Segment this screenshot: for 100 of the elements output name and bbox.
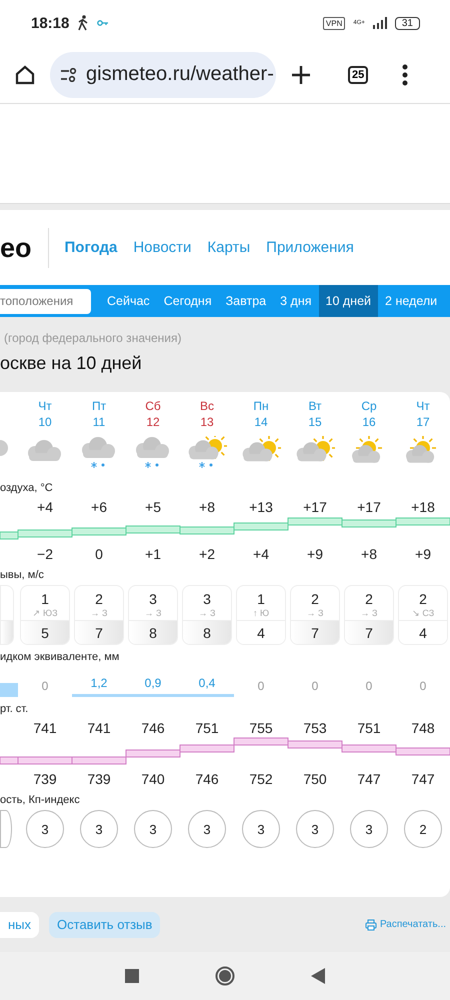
footer-button[interactable]: Оставить отзыв: [49, 912, 160, 938]
max-temperature: +5: [145, 498, 161, 516]
day-date: 17: [416, 414, 430, 430]
precipitation-amount: 0: [258, 679, 264, 693]
min-temperature: −2: [37, 545, 53, 563]
day-date: 10: [38, 414, 52, 430]
footer-button[interactable]: ных: [0, 912, 40, 938]
max-pressure: 751: [195, 719, 219, 737]
precipitation-amount: 0: [366, 679, 372, 693]
new-tab-button[interactable]: [290, 64, 312, 86]
min-temperature: +2: [199, 545, 215, 563]
min-temperature: +9: [307, 545, 323, 563]
min-temperature: 0: [95, 545, 103, 563]
max-pressure: 741: [87, 719, 111, 737]
min-pressure: 747: [411, 770, 435, 788]
kp-index: 3: [26, 810, 64, 848]
wind-speed: 1: [257, 590, 265, 608]
day-date: 16: [362, 414, 376, 430]
wind-speed: 2: [311, 590, 319, 608]
precipitation-amount: 1,2: [90, 676, 108, 690]
kp-index: 3: [134, 810, 172, 848]
walking-person-icon: [77, 15, 90, 31]
max-temperature: +6: [91, 498, 107, 516]
print-link[interactable]: Распечатать...: [364, 918, 446, 930]
page-title: оскве на 10 дней: [0, 353, 143, 374]
section-label: идком эквиваленте, мм: [0, 651, 120, 663]
wind-speed: 3: [203, 590, 211, 608]
section-label: оздуха, °C: [0, 482, 54, 494]
day-date: 14: [254, 414, 268, 430]
wind-speed: 2: [95, 590, 103, 608]
wind-direction: → З: [360, 608, 378, 618]
home-button[interactable]: [14, 64, 36, 86]
wind-gust: 5: [21, 620, 69, 644]
period-tab[interactable]: Сегодня: [156, 285, 219, 317]
nav-link[interactable]: Погода: [64, 239, 118, 256]
wind-speed: 2: [365, 590, 373, 608]
wind-direction: ↗ ЮЗ: [32, 608, 58, 618]
precipitation-amount: 0: [42, 679, 48, 693]
precipitation-amount: 0: [420, 679, 426, 693]
period-tab[interactable]: 3 дня: [273, 285, 318, 317]
home-nav-button[interactable]: [215, 966, 235, 986]
kp-index: 3: [242, 810, 280, 848]
site-logo[interactable]: eo: [0, 228, 49, 268]
wind-direction: → З: [306, 608, 324, 618]
min-temperature: +9: [415, 545, 431, 563]
precipitation-amount: 0,9: [144, 676, 162, 690]
period-tab[interactable]: Сейчас: [100, 285, 157, 317]
sun-cloud-snow-icon: [187, 436, 227, 470]
weekday: Сб: [145, 398, 161, 414]
wind-speed: 2: [419, 590, 427, 608]
kp-index: 3: [350, 810, 388, 848]
max-pressure: 751: [357, 719, 381, 737]
period-tab[interactable]: 10 дней: [318, 285, 378, 317]
day-date: 12: [146, 414, 160, 430]
period-tab[interactable]: 2 недели: [378, 285, 444, 317]
max-pressure: 753: [303, 719, 327, 737]
max-temperature: +17: [303, 498, 327, 516]
day-date: 13: [200, 414, 214, 430]
max-temperature: +8: [199, 498, 215, 516]
location-note: (город федерального значения): [3, 331, 182, 345]
max-temperature: +4: [37, 498, 53, 516]
kp-index: 3: [296, 810, 334, 848]
weekday: Пт: [92, 398, 106, 414]
min-pressure: 740: [141, 770, 165, 788]
max-temperature: +17: [357, 498, 381, 516]
wind-direction: → З: [90, 608, 108, 618]
wind-speed: 3: [149, 590, 157, 608]
weekday: Вс: [200, 398, 214, 414]
wind-gust: 7: [75, 620, 123, 644]
site-settings-icon[interactable]: [60, 68, 78, 82]
status-time: 18:18: [31, 14, 70, 32]
weekday: Вт: [308, 398, 322, 414]
vpn-badge: VPN: [322, 16, 346, 30]
wind-direction: → З: [144, 608, 162, 618]
period-tab[interactable]: Завтра: [218, 285, 274, 317]
address-bar[interactable]: gismeteo.ru/weather-: [50, 52, 276, 98]
nav-link[interactable]: Приложения: [266, 239, 354, 256]
max-pressure: 746: [141, 719, 165, 737]
weekday: Чт: [416, 398, 430, 414]
min-pressure: 750: [303, 770, 327, 788]
day-date: 15: [308, 414, 322, 430]
min-temperature: +1: [145, 545, 161, 563]
section-label: рт. ст.: [0, 703, 30, 715]
tabs-count-button[interactable]: 25: [348, 66, 368, 84]
menu-button[interactable]: [402, 64, 408, 86]
wind-direction: → З: [198, 608, 216, 618]
min-pressure: 747: [357, 770, 381, 788]
location-search-field[interactable]: тоположения: [0, 288, 91, 314]
wind-gust: 4: [237, 620, 285, 644]
precipitation-amount: 0,4: [198, 676, 216, 690]
nav-link[interactable]: Карты: [207, 239, 250, 256]
precipitation-bar: [0, 683, 18, 697]
wind-gust: 8: [183, 620, 231, 644]
min-temperature: +4: [253, 545, 269, 563]
back-button[interactable]: [311, 968, 325, 984]
wind-gust: 7: [291, 620, 339, 644]
min-pressure: 739: [33, 770, 57, 788]
nav-link[interactable]: Новости: [133, 239, 192, 256]
kp-index: 3: [80, 810, 118, 848]
day-date: 11: [92, 414, 106, 430]
